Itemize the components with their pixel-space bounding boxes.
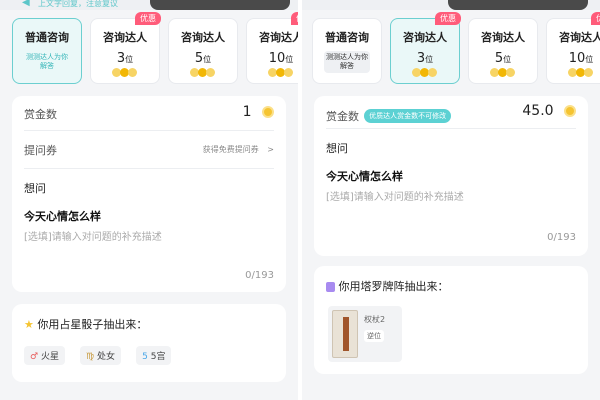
tarot-card-state: 逆位 (364, 330, 384, 342)
coupon-label: 提问券 (24, 144, 57, 157)
chip-house: 5 5宫 (136, 346, 172, 365)
reward-label: 赏金数 (326, 110, 359, 123)
option-expert-10[interactable]: 优惠 咨询达人 10位 (546, 12, 600, 84)
tarot-card-image (332, 310, 358, 358)
option-count: 3位 (416, 51, 434, 66)
reward-value-row: 45.0 (522, 103, 576, 119)
option-count: 10位 (568, 51, 594, 66)
tarot-card-name: 权杖2 (364, 315, 386, 324)
tarot-result[interactable]: 权杖2 逆位 (328, 306, 402, 362)
option-title: 咨询达人 (103, 31, 147, 44)
toast (448, 0, 588, 10)
option-expert-3[interactable]: 优惠 咨询达人 3位 (90, 12, 161, 84)
option-title: 咨询达人 (559, 31, 600, 44)
notice-icon: ◀ (22, 0, 30, 8)
dice-title: 你用占星骰子抽出来： (37, 318, 148, 331)
option-count: 5位 (494, 51, 512, 66)
ask-label: 想问 (326, 142, 348, 155)
option-normal[interactable]: 普通咨询 测测达人为你解答 (312, 18, 382, 84)
chip-mars: ♂ 火星 (24, 346, 65, 365)
tarot-title: 你用塔罗牌阵抽出来： (338, 280, 449, 293)
virgo-icon: ♍ (86, 352, 95, 362)
medal-icon (568, 68, 594, 78)
divider (24, 130, 274, 131)
reward-value-row[interactable]: 1 (243, 104, 274, 120)
option-sub: 测测达人为你解答 (324, 51, 370, 73)
question-card: 赏金数 优质达人赏金数不可修改 45.0 想问 今天心情怎么样 [选填]请输入对… (314, 96, 588, 256)
option-cards: 普通咨询 测测达人为你解答 优惠 咨询达人 3位 咨询达人 5位 优惠 咨询达人… (12, 12, 298, 88)
tarot-card: 你用塔罗牌阵抽出来： 权杖2 逆位 (314, 266, 588, 374)
char-counter: 0/193 (245, 270, 274, 281)
ask-label: 想问 (24, 182, 46, 195)
option-expert-3[interactable]: 优惠 咨询达人 3位 (390, 12, 461, 84)
option-normal[interactable]: 普通咨询 测测达人为你解答 (12, 18, 82, 84)
reward-lock-pill: 优质达人赏金数不可修改 (364, 108, 452, 123)
medal-icon (490, 68, 516, 78)
divider (326, 128, 576, 129)
discount-badge: 优惠 (591, 12, 600, 25)
medal-icon (112, 68, 138, 78)
option-title: 普通咨询 (25, 31, 69, 44)
coin-icon (564, 105, 576, 117)
option-count: 10位 (268, 51, 294, 66)
option-count: 5位 (194, 51, 212, 66)
coupon-link[interactable]: 获得免费提问券 > (203, 144, 274, 155)
question-text[interactable]: 今天心情怎么样 (24, 208, 101, 224)
coin-icon (262, 106, 274, 118)
dice-chips: ♂ 火星 ♍ 处女 5 5宫 (24, 344, 181, 365)
option-title: 普通咨询 (325, 31, 369, 44)
option-sub: 测测达人为你解答 (26, 53, 68, 70)
dice-title-row: ★ 你用占星骰子抽出来： (24, 316, 147, 332)
option-expert-5[interactable]: 咨询达人 5位 (468, 18, 538, 84)
chip-virgo: ♍ 处女 (80, 346, 122, 365)
toast (150, 0, 290, 10)
star-icon: ★ (24, 318, 34, 331)
char-counter: 0/193 (547, 232, 576, 243)
reward-value: 1 (242, 104, 252, 120)
divider (24, 168, 274, 169)
house-icon: 5 (142, 352, 148, 362)
reward-value: 45.0 (522, 103, 554, 119)
right-screen: 普通咨询 测测达人为你解答 优惠 咨询达人 3位 咨询达人 5位 优惠 咨询达人… (302, 0, 600, 400)
description-input[interactable]: [选填]请输入对问题的补充描述 (24, 228, 162, 243)
tarot-title-row: 你用塔罗牌阵抽出来： (326, 278, 449, 294)
question-text[interactable]: 今天心情怎么样 (326, 168, 403, 184)
option-title: 咨询达人 (481, 31, 525, 44)
description-input[interactable]: [选填]请输入对问题的补充描述 (326, 188, 464, 203)
discount-badge: 优惠 (291, 12, 298, 25)
left-screen: ◀ 上文字回复，注意复议 普通咨询 测测达人为你解答 优惠 咨询达人 3位 咨询… (0, 0, 298, 400)
discount-badge: 优惠 (435, 12, 461, 25)
notice-text: 上文字回复，注意复议 (38, 0, 118, 8)
tarot-icon (326, 282, 335, 292)
dice-card: ★ 你用占星骰子抽出来： ♂ 火星 ♍ 处女 5 5宫 (12, 304, 286, 382)
question-card: 赏金数 1 提问券 获得免费提问券 > 想问 今天心情怎么样 [选填]请输入对问… (12, 96, 286, 292)
option-title: 咨询达人 (259, 31, 298, 44)
medal-icon (268, 68, 294, 78)
reward-label-row: 赏金数 优质达人赏金数不可修改 (326, 105, 452, 124)
option-expert-5[interactable]: 咨询达人 5位 (168, 18, 238, 84)
option-expert-10[interactable]: 优惠 咨询达人 10位 (246, 12, 298, 84)
chevron-right-icon: > (267, 145, 274, 154)
medal-icon (190, 68, 216, 78)
mars-icon: ♂ (30, 352, 39, 362)
reward-label: 赏金数 (24, 108, 57, 121)
option-title: 咨询达人 (181, 31, 225, 44)
discount-badge: 优惠 (135, 12, 161, 25)
medal-icon (412, 68, 438, 78)
option-count: 3位 (116, 51, 134, 66)
option-cards: 普通咨询 测测达人为你解答 优惠 咨询达人 3位 咨询达人 5位 优惠 咨询达人… (312, 12, 600, 88)
option-title: 咨询达人 (403, 31, 447, 44)
